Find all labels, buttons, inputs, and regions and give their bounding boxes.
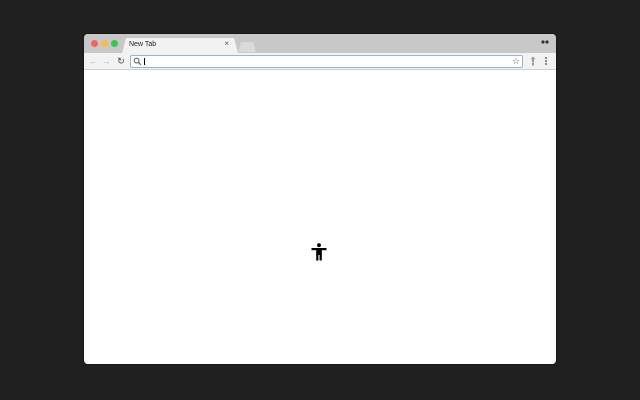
maximize-window-button[interactable] <box>111 40 118 47</box>
page-content <box>84 70 556 364</box>
extension-icon[interactable] <box>529 56 537 66</box>
new-tab-button[interactable] <box>238 42 256 52</box>
search-icon <box>133 57 142 66</box>
reload-button[interactable]: ↻ <box>116 55 126 67</box>
tab-new-tab[interactable]: New Tab × <box>122 38 238 53</box>
title-bar: New Tab × <box>84 34 556 53</box>
toolbar: ← → ↻ ☆ <box>84 53 556 70</box>
address-input[interactable] <box>143 56 503 67</box>
address-bar[interactable]: ☆ <box>130 55 523 68</box>
profile-icon[interactable] <box>541 39 549 45</box>
tab-close-button[interactable]: × <box>224 39 229 49</box>
browser-window: New Tab × ← → ↻ ☆ <box>84 34 556 364</box>
text-caret <box>144 58 145 65</box>
minimize-window-button[interactable] <box>101 40 108 47</box>
menu-icon[interactable] <box>543 56 549 66</box>
bookmark-star-icon[interactable]: ☆ <box>512 55 520 67</box>
forward-button[interactable]: → <box>101 55 111 67</box>
back-button[interactable]: ← <box>88 55 98 67</box>
tab-title: New Tab <box>129 41 157 48</box>
accessibility-icon <box>311 243 327 261</box>
close-window-button[interactable] <box>91 40 98 47</box>
